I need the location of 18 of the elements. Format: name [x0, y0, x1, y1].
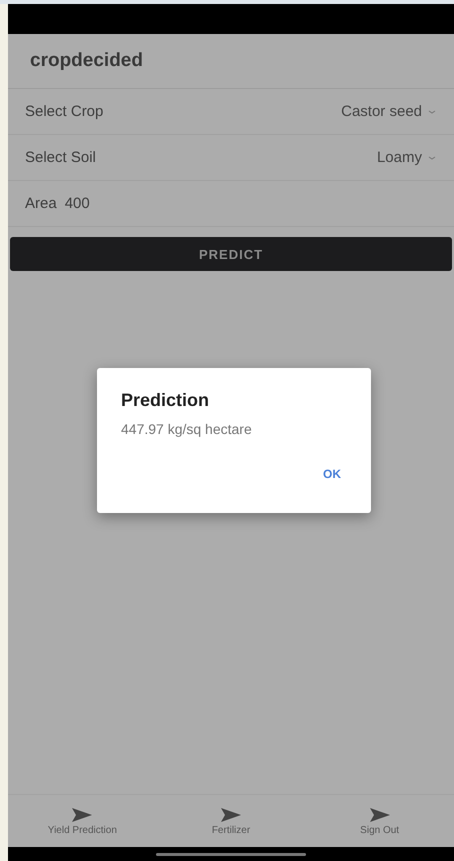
field-label: Select Crop — [25, 103, 104, 120]
send-icon — [220, 806, 242, 822]
send-icon — [71, 806, 94, 822]
nav-tab[interactable]: Fertilizer — [166, 795, 296, 847]
caret-icon — [428, 154, 436, 160]
send-icon — [368, 806, 391, 822]
dropdown[interactable]: Castor seed — [341, 103, 436, 120]
field-label: Select Soil — [25, 149, 96, 166]
dialog-message: 447.97 kg/sq hectare — [121, 421, 253, 437]
dropdown[interactable]: Loamy — [376, 149, 436, 166]
nav-tab[interactable]: Sign Out — [314, 795, 445, 847]
caret-icon — [428, 108, 436, 114]
predict-button[interactable]: PREDICT — [10, 237, 452, 271]
nav-tab[interactable]: Yield Prediction — [17, 795, 148, 847]
ok-button[interactable]: OK — [317, 463, 347, 485]
dialog-title: Prediction — [121, 390, 210, 411]
input-field[interactable]: Area 400 — [25, 195, 90, 212]
app-title: cropdecided — [30, 50, 143, 72]
